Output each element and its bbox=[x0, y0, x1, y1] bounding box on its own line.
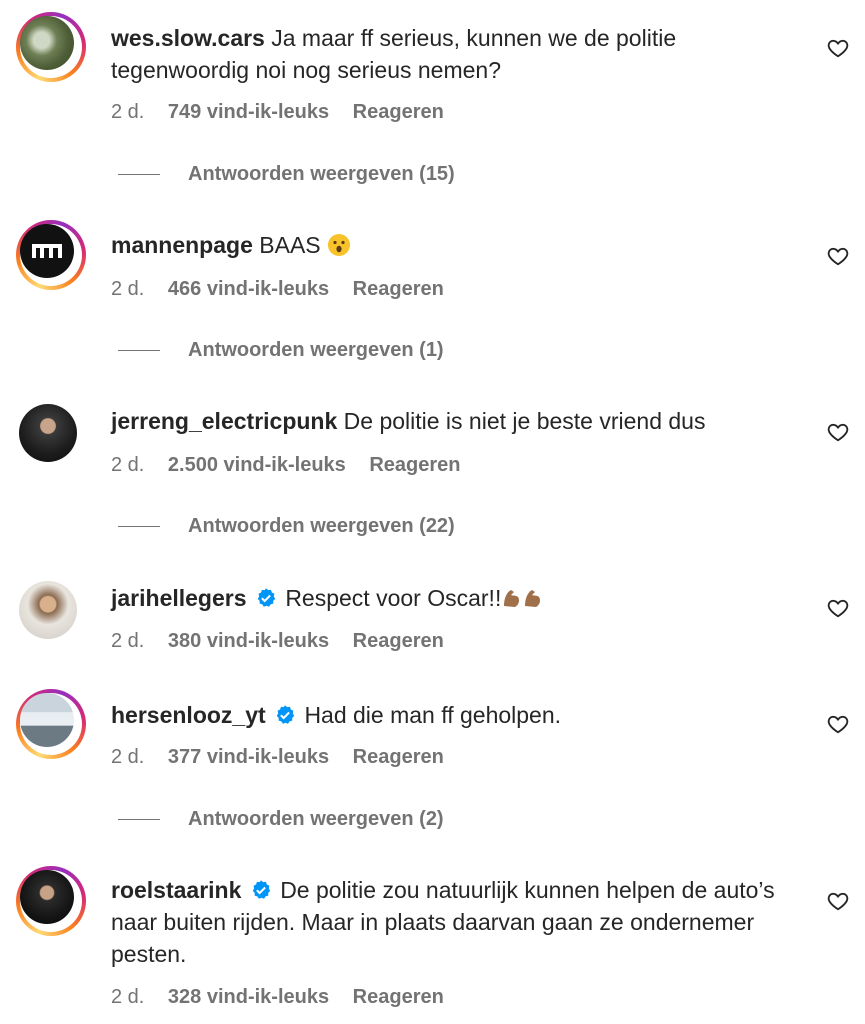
avatar[interactable] bbox=[20, 224, 74, 278]
view-replies-button[interactable]: Antwoorden weergeven (2) bbox=[118, 808, 444, 831]
reply-button[interactable]: Reageren bbox=[353, 278, 444, 300]
replies-divider bbox=[118, 526, 160, 528]
view-replies-label: Antwoorden weergeven (1) bbox=[188, 339, 444, 361]
avatar[interactable] bbox=[19, 404, 77, 462]
comment-time: 2 d. bbox=[111, 746, 145, 768]
reply-button[interactable]: Reageren bbox=[353, 986, 444, 1008]
avatar-wrapper[interactable] bbox=[16, 578, 86, 648]
mannenpage-logo-icon bbox=[32, 244, 62, 258]
comment-likes[interactable]: 749 vind-ik-leuks bbox=[168, 101, 329, 123]
comment-username[interactable]: hersenlooz_yt bbox=[111, 702, 266, 728]
avatar[interactable] bbox=[20, 16, 74, 70]
comment-username[interactable]: roelstaarink bbox=[111, 877, 241, 903]
story-ring[interactable] bbox=[16, 689, 86, 759]
comment-time: 2 d. bbox=[111, 101, 145, 123]
comment-text: De politie is niet je beste vriend dus bbox=[343, 408, 706, 434]
like-heart-icon[interactable] bbox=[827, 245, 849, 267]
comment-likes[interactable]: 380 vind-ik-leuks bbox=[168, 630, 329, 652]
comment-likes[interactable]: 2.500 vind-ik-leuks bbox=[168, 454, 346, 476]
view-replies-label: Antwoorden weergeven (2) bbox=[188, 808, 444, 830]
verified-badge-icon bbox=[274, 702, 296, 724]
comment-likes[interactable]: 377 vind-ik-leuks bbox=[168, 746, 329, 768]
like-heart-icon[interactable] bbox=[827, 37, 849, 59]
replies-divider bbox=[118, 174, 160, 176]
comment-text: Had die man ff geholpen. bbox=[304, 702, 562, 728]
story-ring[interactable] bbox=[16, 866, 86, 936]
astonished-face-emoji bbox=[327, 233, 351, 265]
like-heart-icon[interactable] bbox=[827, 597, 849, 619]
like-heart-icon[interactable] bbox=[827, 713, 849, 735]
view-replies-button[interactable]: Antwoorden weergeven (15) bbox=[118, 163, 455, 186]
comment-username[interactable]: jarihellegers bbox=[111, 585, 247, 611]
comment-time: 2 d. bbox=[111, 986, 145, 1008]
comment-text: Respect voor Oscar!! bbox=[285, 585, 502, 611]
comment-username[interactable]: jerreng_electricpunk bbox=[111, 408, 337, 434]
view-replies-button[interactable]: Antwoorden weergeven (22) bbox=[118, 515, 455, 538]
story-ring[interactable] bbox=[16, 220, 86, 290]
avatar[interactable] bbox=[20, 693, 74, 747]
story-ring[interactable] bbox=[16, 12, 86, 82]
avatar[interactable] bbox=[20, 870, 74, 924]
like-heart-icon[interactable] bbox=[827, 421, 849, 443]
comment-text: BAAS bbox=[259, 232, 321, 258]
reply-button[interactable]: Reageren bbox=[353, 746, 444, 768]
view-replies-label: Antwoorden weergeven (22) bbox=[188, 515, 455, 537]
reply-button[interactable]: Reageren bbox=[353, 101, 444, 123]
avatar-wrapper[interactable] bbox=[16, 401, 86, 471]
comment-likes[interactable]: 466 vind-ik-leuks bbox=[168, 278, 329, 300]
comment-username[interactable]: mannenpage bbox=[111, 232, 253, 258]
replies-divider bbox=[118, 819, 160, 821]
verified-badge-icon bbox=[255, 585, 277, 607]
reply-button[interactable]: Reageren bbox=[369, 454, 460, 476]
comment-username[interactable]: wes.slow.cars bbox=[111, 25, 265, 51]
view-replies-label: Antwoorden weergeven (15) bbox=[188, 163, 455, 185]
comment-likes[interactable]: 328 vind-ik-leuks bbox=[168, 986, 329, 1008]
replies-divider bbox=[118, 350, 160, 352]
view-replies-button[interactable]: Antwoorden weergeven (1) bbox=[118, 339, 444, 362]
reply-button[interactable]: Reageren bbox=[353, 630, 444, 652]
like-heart-icon[interactable] bbox=[827, 890, 849, 912]
flexed-biceps-emoji bbox=[501, 586, 545, 618]
avatar[interactable] bbox=[19, 581, 77, 639]
verified-badge-icon bbox=[250, 877, 272, 899]
comment-time: 2 d. bbox=[111, 454, 145, 476]
comment-time: 2 d. bbox=[111, 278, 145, 300]
comment-time: 2 d. bbox=[111, 630, 145, 652]
